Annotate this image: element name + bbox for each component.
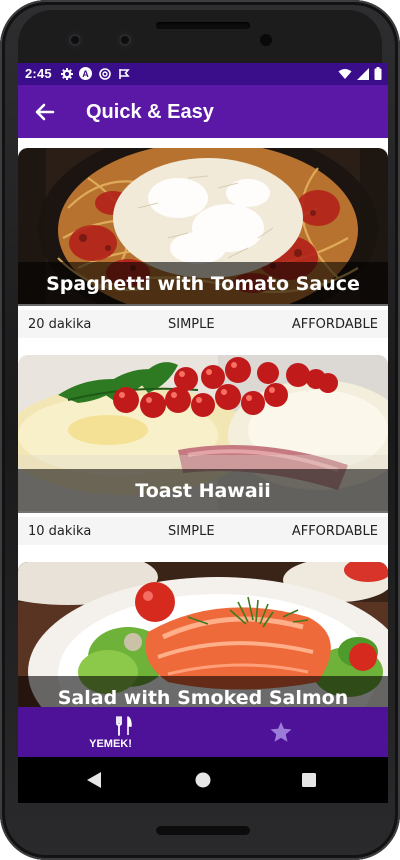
home-circle-icon[interactable] <box>190 767 216 793</box>
meal-card[interactable]: Salad with Smoked Salmon <box>18 562 388 707</box>
meal-complexity: SIMPLE <box>168 317 215 332</box>
app-bar: Quick & Easy <box>18 85 388 138</box>
front-camera-left <box>66 31 84 49</box>
arrow-left-icon[interactable] <box>32 99 58 125</box>
status-icons-left: A <box>60 67 130 80</box>
status-time: 2:45 <box>25 66 52 81</box>
wifi-icon <box>338 68 352 83</box>
front-camera-right <box>116 31 134 49</box>
status-icons-right <box>338 67 382 83</box>
meal-affordability: AFFORDABLE <box>291 524 378 539</box>
overview-square-icon[interactable] <box>296 767 322 793</box>
meal-meta: 20 dakika SIMPLE AFFORDABLE <box>18 310 388 338</box>
meal-duration: 20 dakika <box>28 317 92 332</box>
back-triangle-icon[interactable] <box>82 767 108 793</box>
meal-meta: 10 dakika SIMPLE AFFORDABLE <box>18 517 388 545</box>
status-bar: 2:45 A <box>18 63 388 85</box>
at-icon <box>98 67 111 80</box>
flag-icon <box>117 67 130 80</box>
system-nav-bar <box>18 757 388 803</box>
meal-duration: 10 dakika <box>28 524 92 539</box>
signal-icon <box>357 67 369 83</box>
bottom-nav: YEMEK! <box>18 707 388 757</box>
star-icon <box>269 721 293 748</box>
battery-icon <box>374 67 382 83</box>
nav-label-meals: YEMEK! <box>89 738 132 750</box>
meal-list[interactable]: Spaghetti with Tomato Sauce 20 dakika SI… <box>18 138 388 707</box>
page-title: Quick & Easy <box>86 101 214 123</box>
meal-complexity: SIMPLE <box>168 524 215 539</box>
screen: 2:45 A Quick & Easy Spaghetti with Tomat… <box>18 63 388 803</box>
phone-frame: 2:45 A Quick & Easy Spaghetti with Tomat… <box>0 0 400 860</box>
nav-item-meals[interactable]: YEMEK! <box>31 707 216 757</box>
meal-title: Toast Hawaii <box>18 469 388 513</box>
meal-title: Salad with Smoked Salmon <box>18 676 388 707</box>
meal-affordability: AFFORDABLE <box>291 317 378 332</box>
proximity-sensor <box>260 34 272 46</box>
bottom-speaker <box>156 826 250 835</box>
settings-icon <box>60 67 73 80</box>
a-icon: A <box>79 67 92 80</box>
meal-card[interactable]: Toast Hawaii 10 dakika SIMPLE AFFORDABLE <box>18 355 388 545</box>
meal-title: Spaghetti with Tomato Sauce <box>18 262 388 306</box>
nav-item-favorites[interactable] <box>203 707 388 757</box>
meal-card[interactable]: Spaghetti with Tomato Sauce 20 dakika SI… <box>18 148 388 338</box>
earpiece-speaker <box>156 22 250 29</box>
